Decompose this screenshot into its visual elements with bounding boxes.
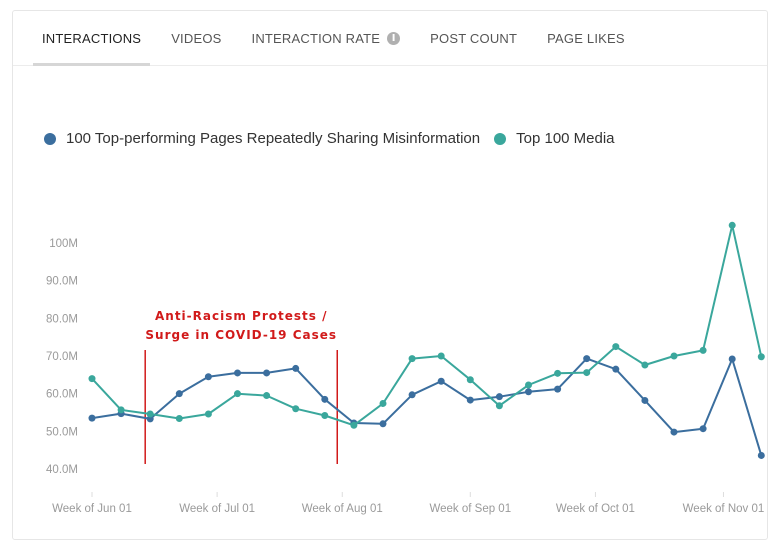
data-point	[234, 369, 241, 377]
annotation-text: Anti-Racism Protests /	[155, 309, 327, 323]
data-point	[641, 361, 649, 369]
series-line-misinformation-pages	[91, 357, 763, 456]
annotation-text: Surge in COVID-19 Cases	[145, 328, 337, 342]
y-tick-label: 100M	[49, 238, 78, 250]
data-point	[728, 355, 736, 363]
data-point	[437, 352, 445, 360]
data-point	[263, 392, 271, 400]
data-point	[495, 393, 503, 401]
data-point	[408, 391, 416, 399]
x-tick-label: Week of Jul 01	[179, 503, 255, 515]
data-point	[466, 396, 474, 404]
data-point	[699, 425, 707, 433]
data-point	[379, 420, 387, 428]
y-tick-label: 70.0M	[46, 351, 78, 363]
data-point	[204, 373, 212, 381]
data-point	[757, 353, 765, 361]
data-point	[670, 352, 678, 360]
data-point	[699, 346, 707, 354]
line-chart: 40.0M 50.0M 60.0M 70.0M 80.0M 90.0M 100M Week o…	[46, 221, 765, 515]
data-point	[175, 390, 183, 398]
data-point	[292, 405, 300, 413]
y-tick-label: 50.0M	[46, 426, 78, 438]
data-point	[146, 410, 154, 418]
data-point	[495, 402, 503, 410]
series-line-top-media	[91, 224, 763, 427]
data-point	[466, 376, 474, 384]
data-point	[641, 396, 649, 404]
x-tick-label: Week of Sep 01	[429, 503, 511, 515]
data-point	[263, 369, 271, 377]
data-point	[554, 369, 562, 377]
data-point	[757, 451, 765, 459]
data-point	[379, 399, 387, 407]
data-point	[204, 410, 212, 418]
data-point	[88, 375, 96, 383]
data-point	[292, 364, 300, 372]
y-tick-label: 40.0M	[46, 464, 78, 476]
y-tick-label: 90.0M	[46, 276, 78, 288]
data-point	[612, 343, 620, 351]
data-point	[437, 377, 445, 385]
data-point	[583, 355, 591, 363]
x-tick-label: Week of Aug 01	[302, 503, 383, 515]
data-point	[350, 421, 358, 429]
x-tick-label: Week of Nov 01	[683, 503, 765, 515]
x-tick-label: Week of Jun 01	[52, 503, 132, 515]
x-tick-label: Week of Oct 01	[556, 503, 635, 515]
data-point	[117, 406, 125, 414]
data-point	[554, 385, 562, 393]
data-point	[321, 412, 329, 420]
data-point	[525, 388, 532, 396]
data-point	[321, 395, 329, 403]
data-point	[525, 381, 532, 389]
y-tick-label: 80.0M	[46, 313, 78, 325]
y-tick-label: 60.0M	[46, 389, 78, 401]
data-point	[234, 390, 241, 398]
data-point	[670, 428, 678, 436]
data-point	[175, 415, 183, 423]
data-point	[88, 414, 96, 422]
data-point	[728, 221, 736, 229]
data-point	[408, 355, 416, 363]
data-point	[583, 369, 591, 377]
data-point	[612, 365, 620, 373]
